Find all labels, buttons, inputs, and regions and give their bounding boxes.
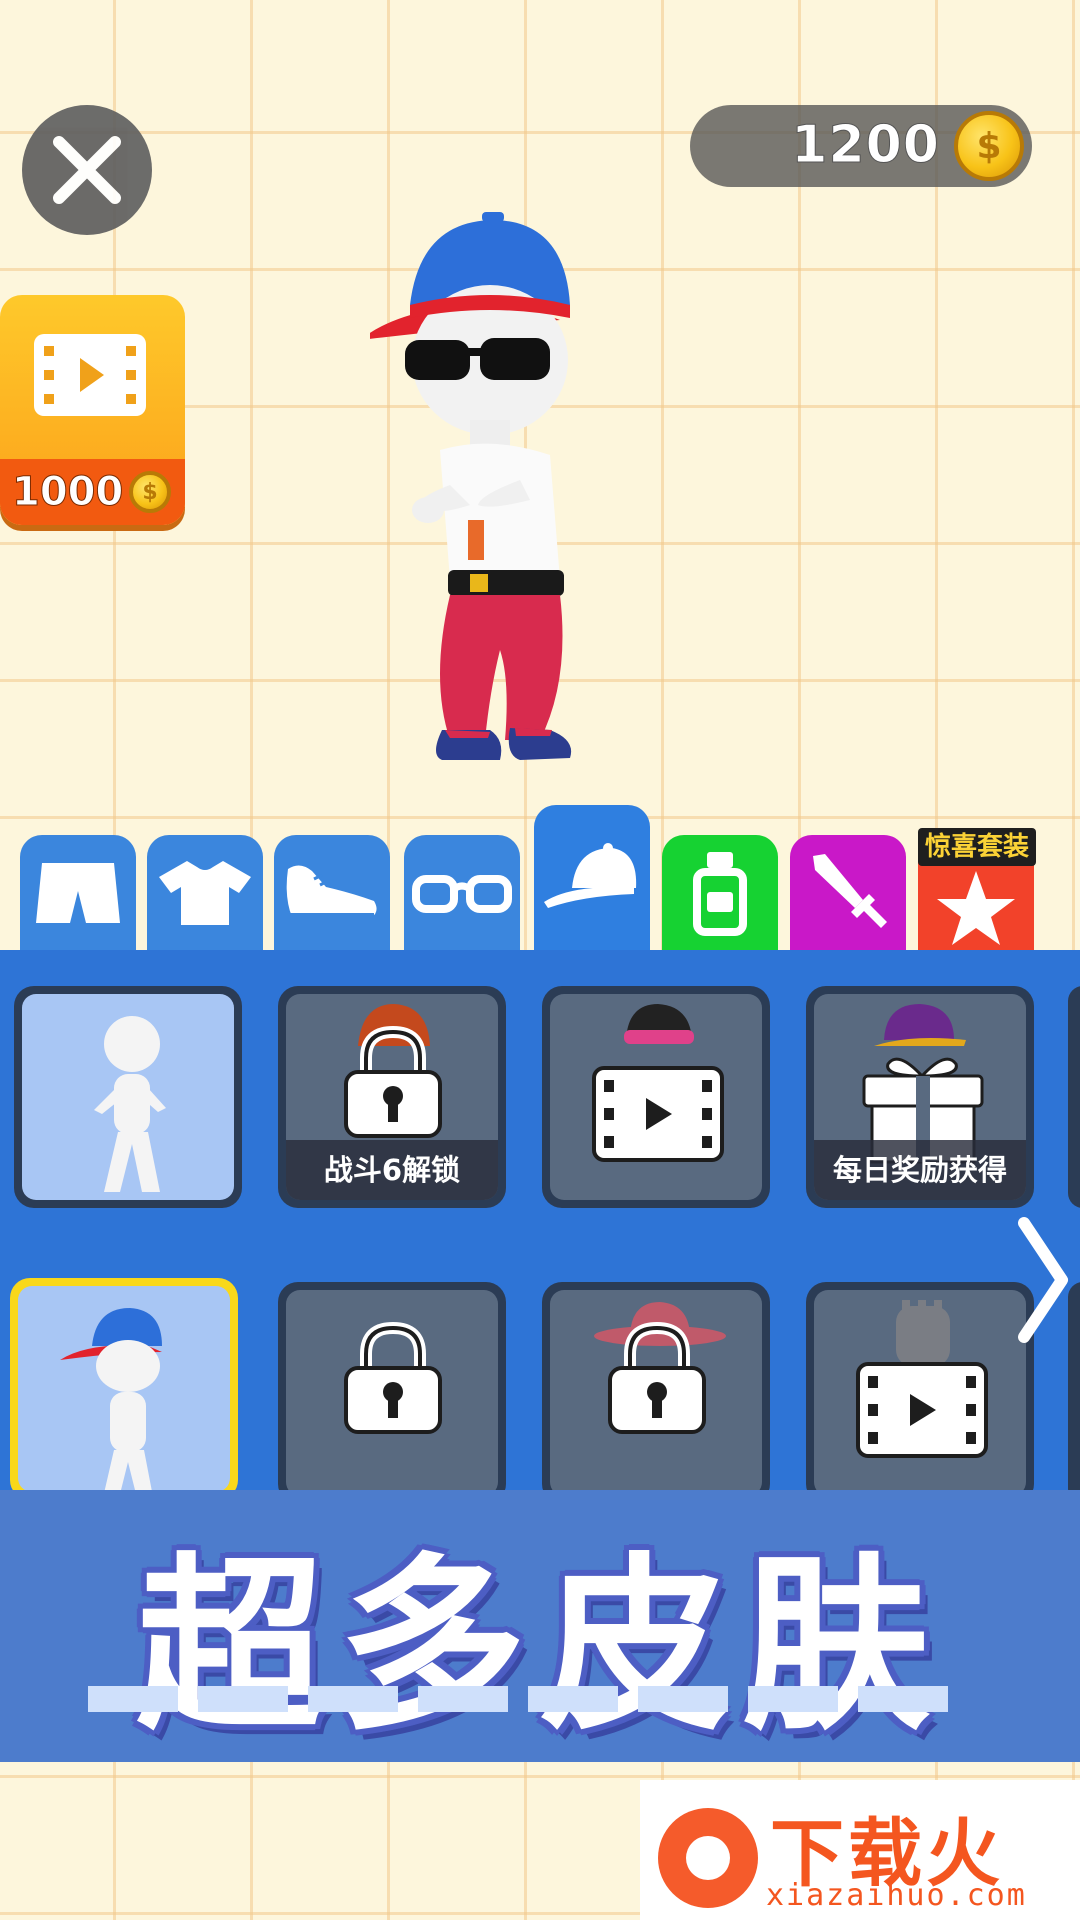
promo-banner: 超多皮肤 (0, 1490, 1080, 1762)
tab-pants[interactable] (20, 835, 136, 950)
banner-dash (88, 1686, 178, 1712)
coin-amount: 1200 (791, 115, 940, 176)
tab-weapon[interactable] (790, 835, 906, 950)
lock-icon (608, 1321, 706, 1434)
item-card-3[interactable] (542, 986, 770, 1208)
sword-icon (813, 853, 887, 928)
banner-dash (198, 1686, 288, 1712)
banner-title: 超多皮肤 (136, 1537, 944, 1756)
close-button[interactable] (22, 105, 152, 235)
tab-potion[interactable] (662, 835, 778, 950)
item-card-4[interactable]: 每日奖励获得 (806, 986, 1034, 1208)
item-card-1[interactable] (14, 986, 242, 1208)
hat-preview-icon (874, 1004, 966, 1046)
banner-dash (638, 1686, 728, 1712)
tab-glasses[interactable] (404, 835, 520, 950)
item-caption: 每日奖励获得 (814, 1140, 1026, 1200)
stickman-with-cap-icon (60, 1308, 162, 1492)
tab-shoes[interactable] (274, 835, 390, 950)
tab-shirt[interactable] (147, 835, 263, 950)
item-grid-panel: 战斗6解锁 每日奖励获得 (0, 950, 1080, 1495)
helmet-preview-icon (896, 1300, 950, 1366)
video-reward-button[interactable]: 1000 $ (0, 295, 185, 525)
banner-dash (308, 1686, 398, 1712)
banner-dash (528, 1686, 618, 1712)
close-x-icon (53, 136, 121, 204)
item-caption: 战斗6解锁 (286, 1140, 498, 1200)
bottle-icon (693, 851, 747, 936)
lock-icon (344, 1321, 442, 1434)
sneaker-icon (286, 864, 377, 917)
watermark: 下载火 xiazaihuo.com (640, 1780, 1080, 1920)
category-tabs (0, 800, 1080, 950)
banner-dash (858, 1686, 948, 1712)
item-card-5[interactable] (10, 1278, 238, 1495)
chevron-right-icon[interactable] (1012, 1205, 1072, 1355)
item-card-8[interactable] (806, 1282, 1034, 1495)
shorts-icon (36, 862, 120, 923)
glasses-icon (412, 874, 512, 913)
video-icon (592, 1066, 724, 1162)
banner-dash (418, 1686, 508, 1712)
cap-icon (544, 842, 637, 908)
headband-preview-icon (624, 1004, 694, 1044)
coin-balance: 1200 $ (690, 105, 1032, 187)
video-icon (856, 1362, 988, 1458)
stickman-icon (94, 1016, 166, 1192)
item-card-7[interactable] (542, 1282, 770, 1495)
character-preview (370, 212, 572, 760)
item-card-2[interactable]: 战斗6解锁 (278, 986, 506, 1208)
banner-dash (748, 1686, 838, 1712)
item-card-partial (1068, 986, 1080, 1208)
video-icon (34, 334, 146, 416)
coin-icon: $ (954, 111, 1024, 181)
reward-amount: 1000 (11, 469, 124, 516)
watermark-url: xiazaihuo.com (766, 1878, 1027, 1913)
surprise-set-label: 惊喜套装 (918, 828, 1036, 866)
tshirt-icon (159, 860, 251, 925)
flame-logo-icon (658, 1808, 758, 1908)
tab-hat[interactable] (534, 805, 650, 950)
item-card-6[interactable] (278, 1282, 506, 1495)
lock-icon (344, 1025, 442, 1138)
star-icon (937, 870, 1015, 945)
coin-icon: $ (129, 471, 171, 513)
